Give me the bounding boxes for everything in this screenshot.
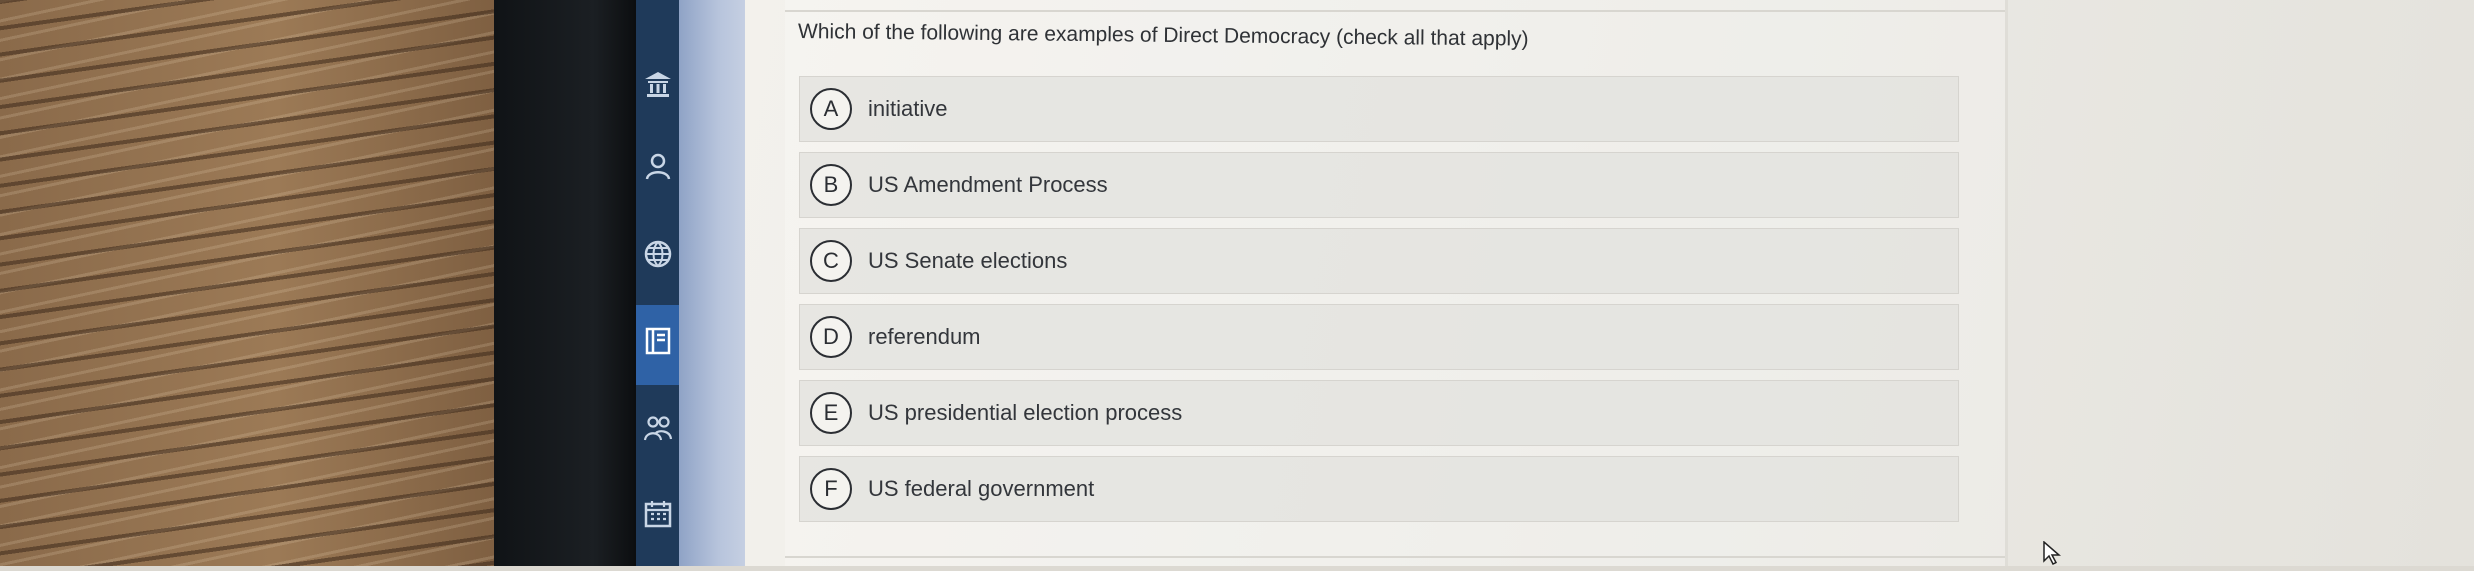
panel-right-edge [2005, 0, 2008, 566]
option-label: US Senate elections [868, 248, 1068, 273]
nav-item-globe[interactable] [636, 218, 679, 298]
option-b[interactable]: B US Amendment Process [799, 152, 1959, 218]
option-label: US Amendment Process [868, 172, 1108, 197]
bank-icon [643, 69, 673, 108]
calendar-icon [643, 499, 673, 538]
option-f[interactable]: F US federal government [799, 456, 1959, 522]
option-label: US federal government [868, 476, 1095, 501]
nav-item-people[interactable] [636, 392, 679, 472]
option-label: initiative [868, 96, 948, 121]
option-letter-badge: F [810, 468, 852, 510]
option-label: referendum [868, 324, 981, 349]
globe-icon [643, 239, 673, 278]
option-e[interactable]: E US presidential election process [799, 380, 1959, 446]
main-content: Which of the following are examples of D… [745, 0, 2474, 566]
option-letter-badge: B [810, 164, 852, 206]
nav-item-bank[interactable] [636, 48, 679, 128]
person-icon [643, 151, 673, 190]
mouse-pointer-icon [2042, 540, 2062, 566]
option-d[interactable]: D referendum [799, 304, 1959, 370]
bottom-divider [785, 556, 2005, 558]
side-panel-edge [679, 0, 745, 566]
option-label: US presidential election process [868, 400, 1183, 425]
option-c[interactable]: C US Senate elections [799, 228, 1959, 294]
monitor-bezel [494, 0, 636, 566]
nav-item-book[interactable] [636, 305, 679, 385]
answer-options: A initiative B US Amendment Process C US… [799, 76, 1959, 532]
background-wood-surface [0, 0, 500, 566]
option-letter-badge: E [810, 392, 852, 434]
option-letter-badge: D [810, 316, 852, 358]
nav-rail [636, 0, 679, 566]
option-letter-badge: A [810, 88, 852, 130]
book-icon [643, 326, 673, 365]
people-icon [643, 413, 673, 452]
option-a[interactable]: A initiative [799, 76, 1959, 142]
nav-item-calendar[interactable] [636, 478, 679, 558]
nav-item-person[interactable] [636, 130, 679, 210]
option-letter-badge: C [810, 240, 852, 282]
top-divider [785, 10, 2005, 12]
